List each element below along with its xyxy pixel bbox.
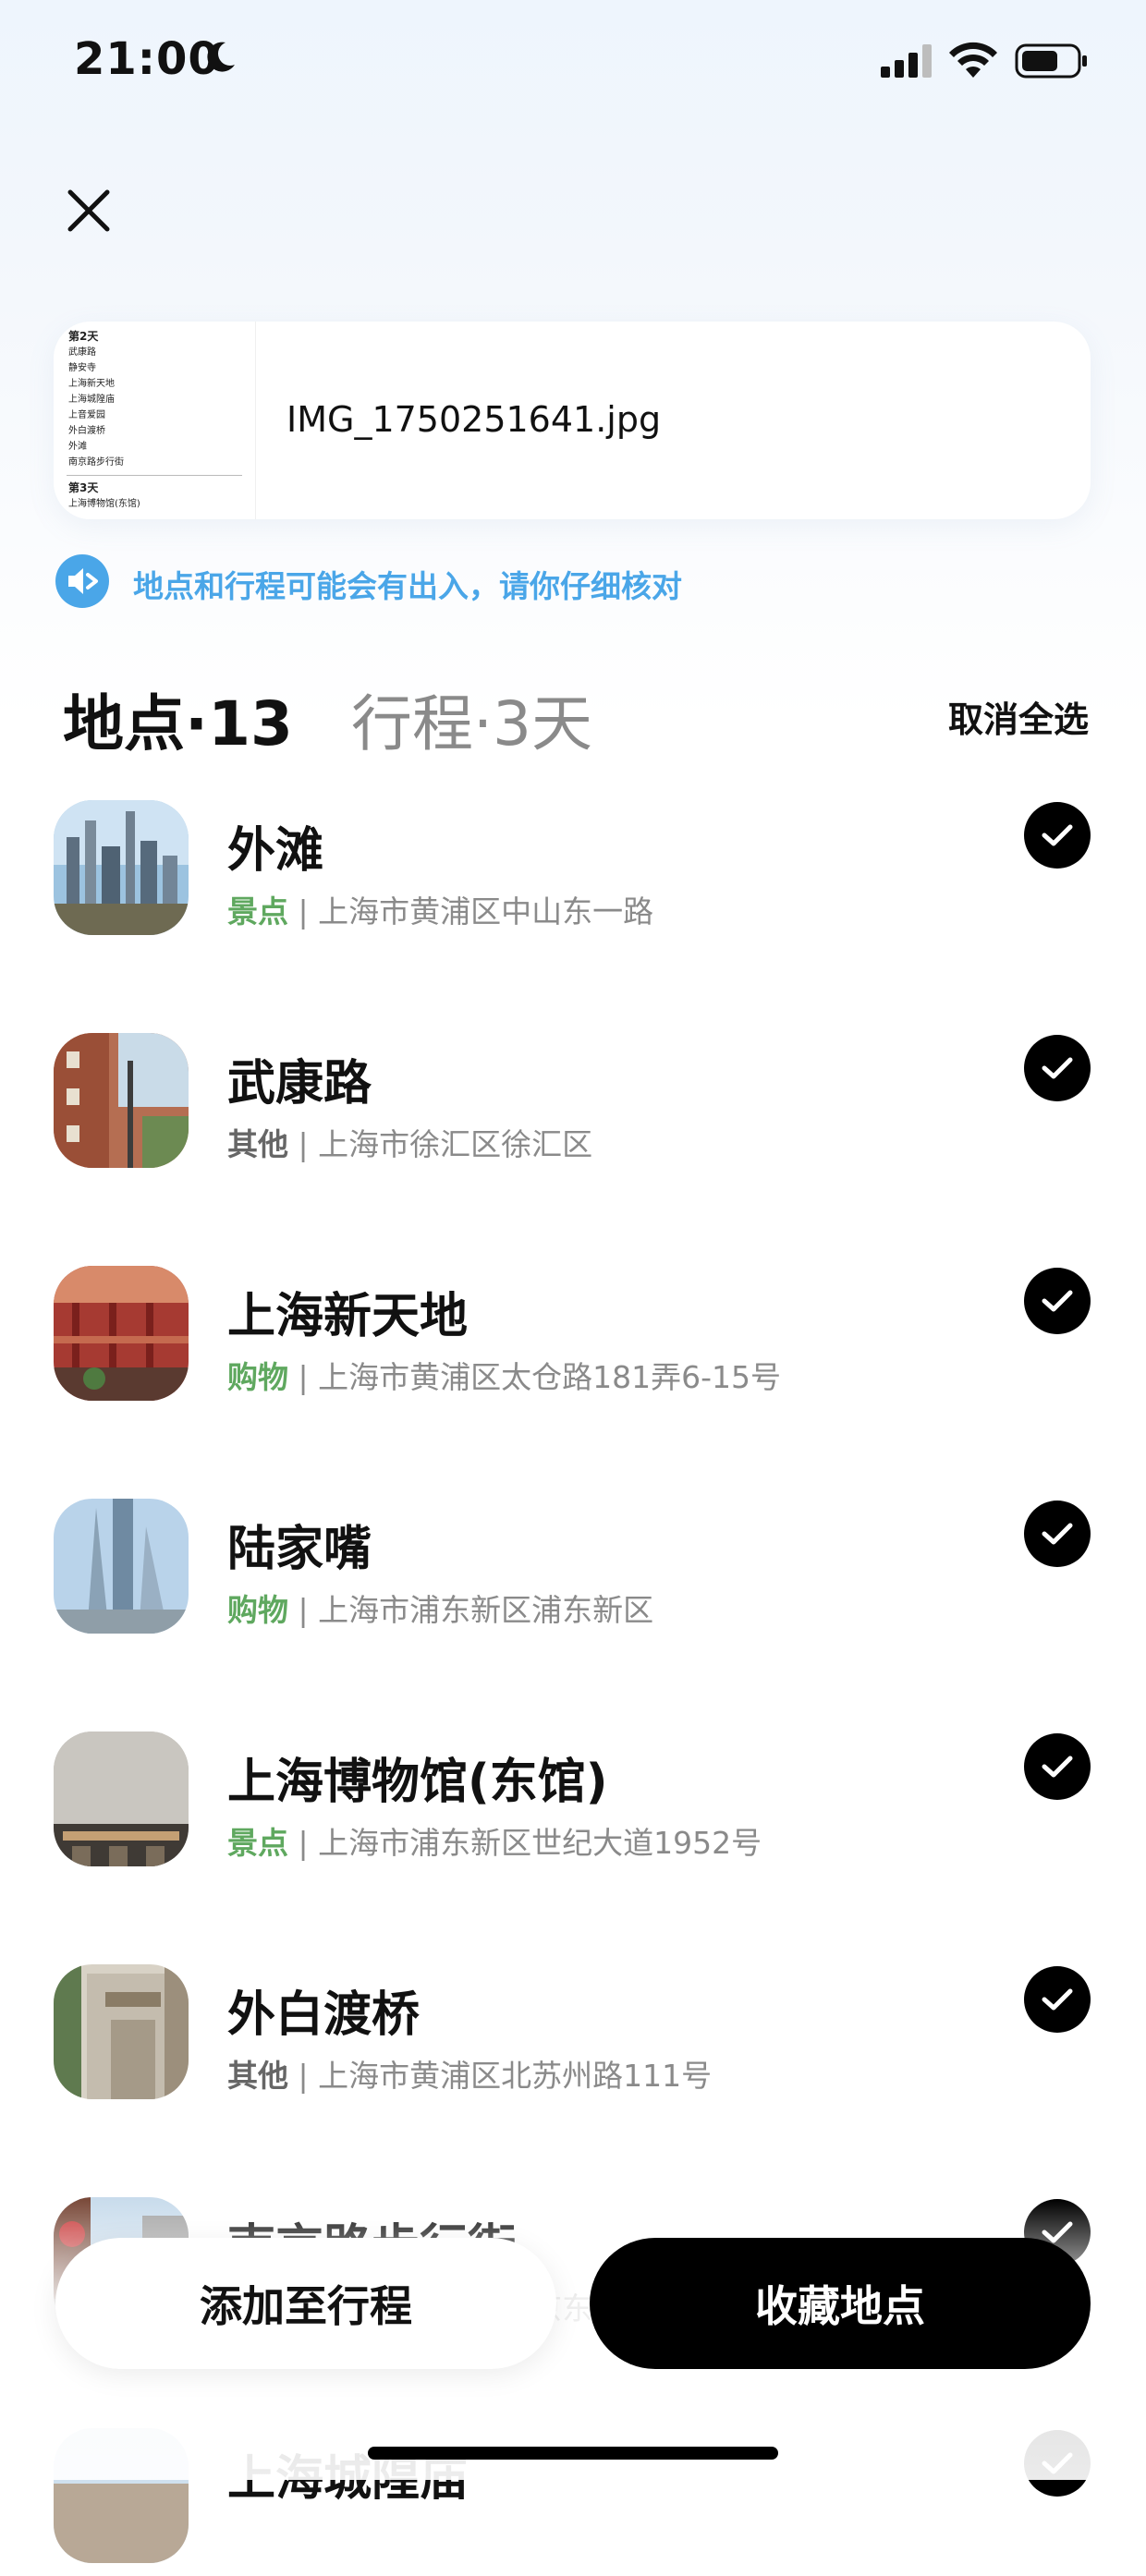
list-item[interactable]: 外滩景点 | 上海市黄浦区中山东一路 (54, 800, 1091, 948)
place-address: | 上海市浦东新区世纪大道1952号 (288, 1825, 762, 1861)
place-address: | 上海市黄浦区中山东一路 (288, 893, 654, 930)
list-item[interactable]: 武康路其他 | 上海市徐汇区徐汇区 (54, 1033, 1091, 1181)
selected-check-icon[interactable] (1024, 1501, 1091, 1567)
place-name: 外白渡桥 (227, 1987, 421, 2043)
thumb-line: 上海城隍庙 (68, 395, 115, 405)
close-icon[interactable] (63, 185, 115, 237)
status-time: 21:00 (74, 33, 220, 85)
place-address: | 上海市徐汇区徐汇区 (288, 1126, 593, 1162)
place-photo (54, 800, 189, 935)
list-item[interactable]: 上海新天地购物 | 上海市黄浦区太仓路181弄6-15号 (54, 1266, 1091, 1414)
place-meta: 景点 | 上海市黄浦区中山东一路 (227, 887, 653, 931)
deselect-all-button[interactable]: 取消全选 (948, 691, 1089, 742)
home-indicator (368, 2447, 778, 2460)
file-name: IMG_1750251641.jpg (286, 399, 662, 440)
thumb-line: 武康路 (68, 347, 96, 358)
place-photo (54, 1033, 189, 1168)
list-item[interactable]: 上海博物馆(东馆) 景点 | 上海市浦东新区世纪大道1952号 (54, 1732, 1091, 1879)
place-category: 景点 (227, 893, 288, 930)
place-photo (54, 1266, 189, 1401)
place-category: 其他 (227, 1126, 288, 1162)
wifi-icon (949, 42, 997, 78)
thumb-line: 南京路步行街 (68, 457, 124, 468)
place-meta: 景点 | 上海市浦东新区世纪大道1952号 (227, 1818, 762, 1863)
battery-icon (1015, 43, 1087, 79)
place-category: 购物 (227, 1359, 288, 1395)
thumb-line: 外滩 (68, 442, 87, 452)
thumb-line: 外白渡桥 (68, 426, 105, 436)
add-to-itinerary-button[interactable]: 添加至行程 (55, 2238, 556, 2369)
place-meta: 其他 | 上海市徐汇区徐汇区 (227, 1120, 592, 1164)
place-name: 武康路 (227, 1056, 372, 1112)
place-name: 陆家嘴 (227, 1522, 372, 1577)
moon-icon (207, 42, 235, 72)
selected-check-icon[interactable] (1024, 802, 1091, 869)
selected-check-icon[interactable] (1024, 1035, 1091, 1101)
selected-check-icon[interactable] (1024, 1733, 1091, 1800)
save-places-button[interactable]: 收藏地点 (590, 2238, 1091, 2369)
tab-itinerary[interactable]: 行程·3天 (351, 674, 592, 763)
file-card[interactable]: 第2天 武康路 静安寺 上海新天地 上海城隍庙 上音爱园 外白渡桥 外滩 南京路… (54, 322, 1091, 519)
place-address: | 上海市黄浦区北苏州路111号 (288, 2058, 713, 2094)
status-bar: 21:00 (0, 0, 1146, 129)
place-address: | 上海市浦东新区浦东新区 (288, 1592, 654, 1628)
accuracy-notice: 地点和行程可能会有出入，请你仔细核对 (133, 568, 682, 604)
tab-places[interactable]: 地点·13 (63, 674, 293, 763)
place-photo (54, 2428, 189, 2563)
place-meta: 其他 | 上海市黄浦区北苏州路111号 (227, 2051, 712, 2096)
place-category: 购物 (227, 1592, 288, 1628)
selected-check-icon[interactable] (1024, 2430, 1091, 2497)
list-item[interactable]: 陆家嘴购物 | 上海市浦东新区浦东新区 (54, 1499, 1091, 1646)
thumb-line: 第3天 (68, 481, 99, 494)
thumb-line: 上海新天地 (68, 379, 115, 389)
place-photo (54, 1964, 189, 2099)
place-name: 上海新天地 (227, 1289, 469, 1344)
place-meta: 购物 | 上海市黄浦区太仓路181弄6-15号 (227, 1353, 781, 1397)
thumb-line: 第2天 (68, 330, 99, 343)
place-photo (54, 1499, 189, 1634)
thumb-line: 静安寺 (68, 363, 96, 373)
speaker-icon[interactable] (55, 554, 109, 608)
place-category: 景点 (227, 1825, 288, 1861)
list-item[interactable]: 外白渡桥其他 | 上海市黄浦区北苏州路111号 (54, 1964, 1091, 2112)
thumb-divider (67, 475, 242, 476)
place-photo (54, 1732, 189, 1866)
place-meta: 购物 | 上海市浦东新区浦东新区 (227, 1586, 653, 1630)
place-category: 其他 (227, 2058, 288, 2094)
thumb-line: 上音爱园 (68, 410, 105, 420)
cellular-signal-icon (881, 44, 932, 78)
thumb-line: 上海博物馆(东馆) (68, 499, 140, 509)
place-name: 上海博物馆(东馆) (227, 1755, 608, 1810)
file-thumbnail: 第2天 武康路 静安寺 上海新天地 上海城隍庙 上音爱园 外白渡桥 外滩 南京路… (54, 322, 256, 519)
place-address: | 上海市黄浦区太仓路181弄6-15号 (288, 1359, 781, 1395)
place-name: 外滩 (227, 823, 324, 879)
selected-check-icon[interactable] (1024, 1268, 1091, 1334)
selected-check-icon[interactable] (1024, 1966, 1091, 2033)
